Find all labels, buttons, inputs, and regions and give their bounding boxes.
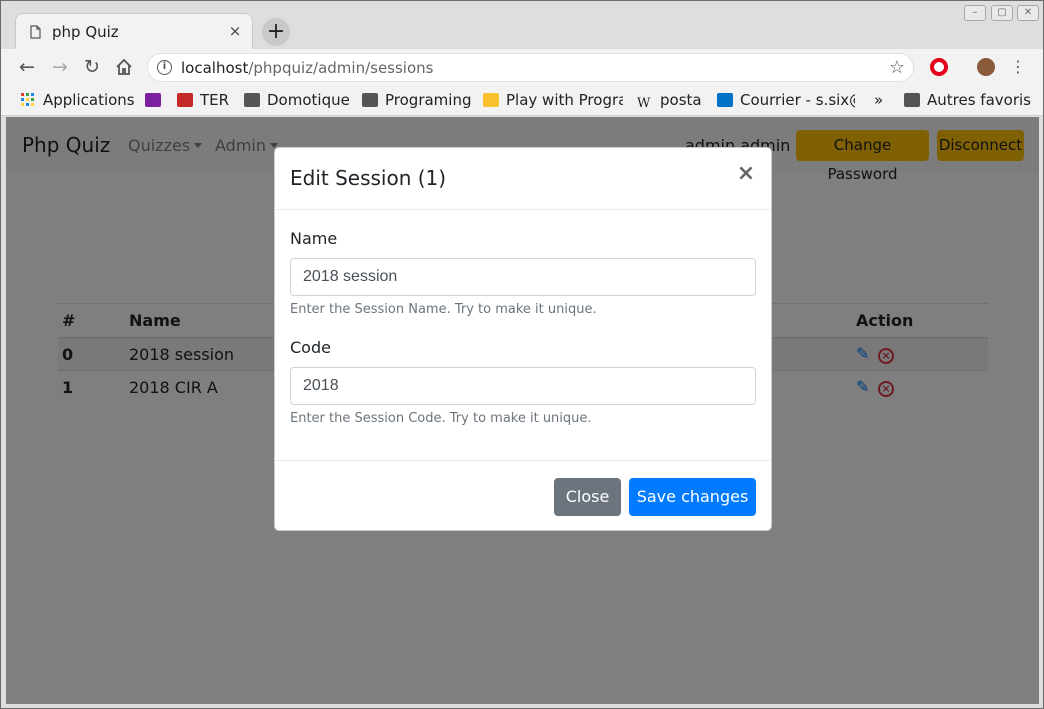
browser-toolbar: ← → ↻ i localhost/phpquiz/admin/sessions…: [1, 49, 1043, 85]
save-changes-button[interactable]: Save changes: [629, 478, 756, 516]
bookmark-courrier[interactable]: Courrier - s.six@: [717, 91, 855, 109]
profile-icon[interactable]: [977, 58, 995, 76]
folder-icon: [904, 93, 920, 107]
tab-title: php Quiz: [52, 23, 119, 41]
menu-dots-icon[interactable]: ⋮: [1006, 55, 1030, 79]
session-code-input[interactable]: [290, 367, 756, 405]
code-help-text: Enter the Session Code. Try to make it u…: [290, 411, 592, 426]
back-arrow-icon[interactable]: ←: [15, 55, 39, 79]
f-icon: [145, 93, 161, 107]
code-label: Code: [290, 338, 331, 357]
folder-icon: [244, 93, 260, 107]
close-button[interactable]: Close: [554, 478, 621, 516]
address-bar[interactable]: i localhost/phpquiz/admin/sessions ☆: [147, 53, 914, 82]
name-label: Name: [290, 229, 338, 248]
bookmarks-overflow-icon[interactable]: »: [874, 91, 883, 109]
modal-footer: Close Save changes: [275, 460, 771, 530]
apps-grid-icon: [21, 93, 34, 106]
bookmark-programing[interactable]: Programing: [362, 91, 471, 109]
browser-window: php Quiz × + – ▢ ✕ ← → ↻ i localhost/php…: [0, 0, 1044, 709]
maximize-button[interactable]: ▢: [991, 5, 1013, 21]
bookmark-ter[interactable]: TER: [177, 91, 229, 109]
forward-arrow-icon[interactable]: →: [48, 55, 72, 79]
page-icon: [30, 25, 41, 39]
sncf-icon: [177, 93, 193, 107]
reload-icon[interactable]: ↻: [80, 55, 104, 79]
bookmark-domotique[interactable]: Domotique: [244, 91, 350, 109]
name-help-text: Enter the Session Name. Try to make it u…: [290, 302, 597, 317]
modal-title: Edit Session (1): [290, 166, 447, 190]
modal-header: Edit Session (1) ×: [275, 148, 771, 210]
outlook-icon: [717, 93, 733, 107]
star-icon[interactable]: ☆: [889, 57, 905, 78]
bookmarks-bar: Applications TER Domotique Programing Pl…: [1, 85, 1043, 116]
new-tab-button[interactable]: +: [262, 18, 290, 46]
play-icon: [483, 93, 499, 107]
window-close-button[interactable]: ✕: [1017, 5, 1039, 21]
tab-close-icon[interactable]: ×: [226, 22, 244, 40]
bookmark-posta[interactable]: Wposta: [637, 91, 702, 111]
folder-icon: [362, 93, 378, 107]
browser-tab[interactable]: php Quiz ×: [15, 13, 253, 49]
url-text[interactable]: localhost/phpquiz/admin/sessions: [181, 59, 433, 77]
tab-strip: php Quiz × + – ▢ ✕: [1, 1, 1043, 49]
minimize-button[interactable]: –: [964, 5, 986, 21]
bookmark-f-icon[interactable]: [145, 91, 161, 109]
page-content: Php Quiz Quizzes Admin admin admin Chang…: [6, 117, 1039, 704]
session-name-input[interactable]: [290, 258, 756, 296]
close-icon[interactable]: ×: [735, 162, 757, 186]
home-icon[interactable]: [112, 55, 136, 79]
opera-icon[interactable]: [930, 58, 948, 76]
bookmark-play-with-programming[interactable]: Play with Progra: [483, 91, 623, 109]
edit-session-modal: Edit Session (1) × Name Enter the Sessio…: [274, 147, 772, 531]
bookmark-applications[interactable]: Applications: [20, 91, 135, 109]
bookmark-autres-favoris[interactable]: Autres favoris: [904, 91, 1031, 109]
info-icon[interactable]: i: [157, 60, 172, 75]
wikipedia-icon: W: [637, 96, 651, 111]
